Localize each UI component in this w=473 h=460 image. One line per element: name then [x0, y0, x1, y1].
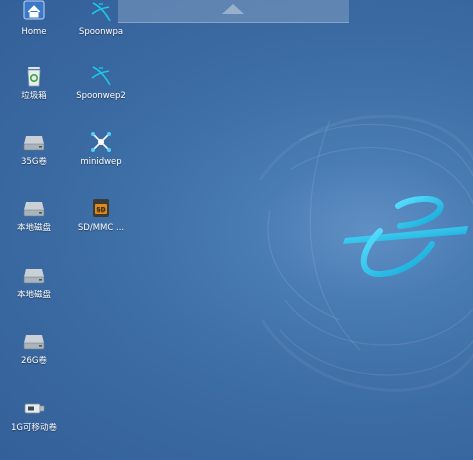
icon-label: 垃圾箱	[21, 91, 47, 101]
desktop-icon-removable-1g[interactable]: 1G可移动卷	[1, 396, 67, 434]
icon-label: Home	[21, 27, 47, 37]
sd-card-icon: SD	[93, 199, 109, 217]
icon-label: 本地磁盘	[16, 223, 51, 233]
icon-label: minidwep	[80, 157, 122, 167]
svg-text:SD: SD	[96, 207, 105, 214]
trash-icon	[27, 67, 41, 87]
desktop-icon-spoonwep2[interactable]: Spoonwep2	[68, 64, 134, 102]
minidwep-app-icon	[91, 132, 111, 152]
desktop-icon-drive-26g[interactable]: 26G卷	[1, 329, 67, 367]
drive-icon	[23, 202, 45, 217]
desktop-icon-spoonwpa[interactable]: Spoonwpa	[68, 0, 134, 38]
desktop-icon-drive-35g[interactable]: 35G卷	[1, 130, 67, 168]
icon-label: Spoonwep2	[76, 91, 126, 101]
desktop-icon-trash[interactable]: 垃圾箱	[1, 64, 67, 102]
icon-label: Spoonwpa	[78, 27, 124, 37]
desktop-icon-minidwep[interactable]: minidwep	[68, 130, 134, 168]
panel-expand-arrow-icon[interactable]	[222, 4, 244, 14]
home-folder-icon	[23, 0, 45, 20]
drive-icon	[23, 136, 45, 151]
drive-icon	[23, 269, 45, 284]
top-panel-tab[interactable]	[118, 0, 349, 23]
icon-label: 本地磁盘	[16, 290, 51, 300]
usb-drive-icon	[24, 403, 45, 414]
desktop-icon-local-disk-1[interactable]: 本地磁盘	[1, 196, 67, 234]
desktop-icon-local-disk-2[interactable]: 本地磁盘	[1, 263, 67, 301]
spoon-app-icon	[91, 2, 111, 22]
icon-label: 1G可移动卷	[11, 423, 57, 433]
icon-label: 35G卷	[21, 157, 47, 167]
desktop-icon-sd-mmc[interactable]: SD SD/MMC ...	[68, 196, 134, 234]
spoon-app-icon	[91, 66, 111, 86]
wallpaper-logo	[343, 196, 468, 278]
icon-label: 26G卷	[21, 356, 47, 366]
drive-icon	[23, 335, 45, 350]
desktop-icon-home[interactable]: Home	[1, 0, 67, 38]
icon-label: SD/MMC ...	[77, 223, 125, 233]
